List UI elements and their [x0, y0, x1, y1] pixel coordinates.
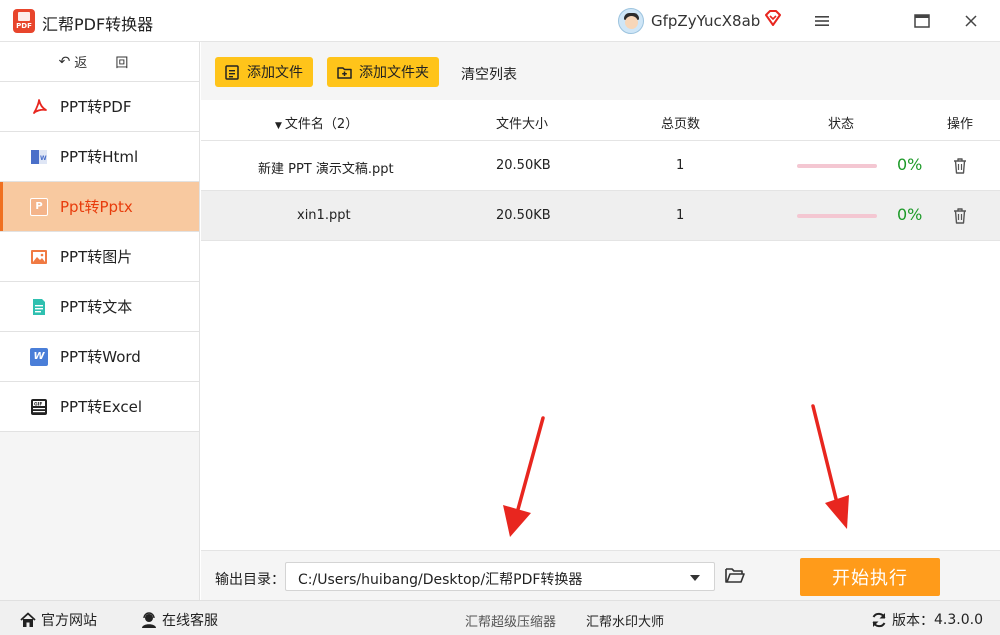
pdf-icon [30, 98, 48, 116]
hamburger-icon[interactable] [811, 10, 833, 32]
app-logo-text: PDF [16, 22, 32, 30]
clear-list-button[interactable]: 清空列表 [461, 64, 517, 84]
row-pages: 1 [676, 158, 685, 173]
add-folder-label: 添加文件夹 [359, 65, 429, 81]
online-service-link[interactable]: 在线客服 [141, 610, 218, 630]
trash-icon[interactable] [952, 157, 968, 174]
table-row[interactable]: 新建 PPT 演示文稿.ppt 20.50KB 1 0% [201, 141, 1000, 191]
row-progress-label: 0% [897, 155, 923, 174]
sidebar-item-label: PPT转图片 [60, 248, 133, 266]
version-label: 版本： [892, 613, 934, 629]
sidebar-item-ppt-to-pdf[interactable]: PPT转PDF [0, 82, 199, 132]
version-value: 4.3.0.0 [934, 612, 983, 628]
maximize-icon[interactable] [911, 10, 933, 32]
app-logo-icon: PDF [13, 9, 35, 33]
add-folder-icon [337, 66, 352, 79]
toolbar: 添加文件 添加文件夹 清空列表 [201, 42, 1000, 100]
row-progress-bar [797, 164, 877, 168]
row-progress-bar [797, 214, 877, 218]
app-title: 汇帮PDF转换器 [42, 15, 154, 34]
output-bar: 输出目录： C:/Users/huibang/Desktop/汇帮PDF转换器 … [201, 550, 1000, 600]
official-website-link[interactable]: 官方网站 [20, 610, 97, 630]
row-progress-label: 0% [897, 205, 923, 224]
customer-service-icon [142, 612, 156, 628]
sidebar-item-label: PPT转Excel [60, 398, 142, 416]
refresh-icon [872, 612, 886, 628]
row-pages: 1 [676, 208, 685, 223]
status-header: 状态 [828, 117, 855, 132]
row-filename: 新建 PPT 演示文稿.ppt [258, 162, 394, 177]
compressor-link[interactable]: 汇帮超级压缩器 [465, 611, 556, 630]
sidebar: ↶ 返 回 PPT转PDF W PPT转Html P Ppt转Pptx PPT转… [0, 42, 200, 600]
online-service-label: 在线客服 [162, 613, 218, 629]
word-icon: W [30, 347, 48, 366]
close-icon[interactable] [960, 10, 982, 32]
user-avatar[interactable] [618, 8, 644, 34]
sidebar-item-ppt-to-html[interactable]: W PPT转Html [0, 132, 199, 182]
chevron-down-icon [690, 575, 700, 581]
output-dir-value: C:/Users/huibang/Desktop/汇帮PDF转换器 [298, 572, 583, 588]
text-icon [30, 298, 48, 316]
user-name[interactable]: GfpZyYucX8ab [651, 12, 760, 30]
sidebar-item-ppt-to-text[interactable]: PPT转文本 [0, 282, 199, 332]
row-size: 20.50KB [496, 158, 551, 173]
title-bar: PDF 汇帮PDF转换器 GfpZyYucX8ab [0, 0, 1000, 42]
sidebar-item-label: Ppt转Pptx [60, 198, 133, 216]
svg-text:W: W [40, 155, 47, 162]
trash-icon[interactable] [952, 207, 968, 224]
back-label: 返 回 [74, 56, 141, 71]
back-button[interactable]: ↶ 返 回 [0, 42, 199, 82]
filename-header[interactable]: ▼ 文件名（2） [275, 113, 358, 132]
output-dir-label: 输出目录： [215, 572, 285, 588]
excel-icon: GIF [30, 398, 48, 416]
version-info[interactable]: 版本： 4.3.0.0 [871, 610, 983, 630]
add-file-button[interactable]: 添加文件 [215, 57, 313, 87]
sidebar-item-ppt-to-word[interactable]: W PPT转Word [0, 332, 199, 382]
row-size: 20.50KB [496, 208, 551, 223]
html-icon: W [30, 148, 48, 166]
svg-text:GIF: GIF [34, 401, 42, 407]
folder-open-icon[interactable] [725, 567, 745, 584]
filename-header-label: 文件名（2） [284, 117, 359, 132]
pages-header: 总页数 [661, 117, 701, 132]
sidebar-item-label: PPT转Word [60, 348, 141, 366]
sidebar-item-ppt-to-excel[interactable]: GIF PPT转Excel [0, 382, 199, 432]
status-bar: 官方网站 在线客服 汇帮超级压缩器 汇帮水印大师 版本： 4.3.0.0 [0, 600, 1000, 635]
add-file-label: 添加文件 [247, 65, 303, 81]
sidebar-item-label: PPT转Html [60, 148, 139, 166]
row-filename: xin1.ppt [297, 208, 351, 223]
sidebar-item-ppt-to-image[interactable]: PPT转图片 [0, 232, 199, 282]
home-icon [20, 612, 36, 627]
add-file-icon [225, 64, 239, 80]
vip-diamond-icon[interactable] [764, 10, 782, 26]
image-icon [30, 248, 48, 266]
sidebar-item-label: PPT转文本 [60, 298, 133, 316]
table-header: ▼ 文件名（2） 文件大小 总页数 状态 操作 [201, 100, 1000, 141]
action-header: 操作 [947, 117, 974, 132]
sort-down-icon: ▼ [275, 121, 282, 131]
size-header: 文件大小 [496, 117, 549, 132]
sidebar-item-label: PPT转PDF [60, 98, 132, 116]
table-row[interactable]: xin1.ppt 20.50KB 1 0% [201, 191, 1000, 241]
pptx-icon: P [30, 197, 48, 216]
official-website-label: 官方网站 [41, 613, 97, 629]
back-arrow-icon: ↶ [58, 53, 75, 70]
sidebar-item-ppt-to-pptx[interactable]: P Ppt转Pptx [0, 182, 199, 232]
add-folder-button[interactable]: 添加文件夹 [327, 57, 439, 87]
main-panel: 添加文件 添加文件夹 清空列表 ▼ 文件名（2） 文件大小 总页数 状态 操作 新… [201, 42, 1000, 550]
output-dir-select[interactable]: C:/Users/huibang/Desktop/汇帮PDF转换器 [285, 562, 715, 591]
watermark-link[interactable]: 汇帮水印大师 [586, 611, 664, 630]
start-button[interactable]: 开始执行 [800, 558, 940, 596]
